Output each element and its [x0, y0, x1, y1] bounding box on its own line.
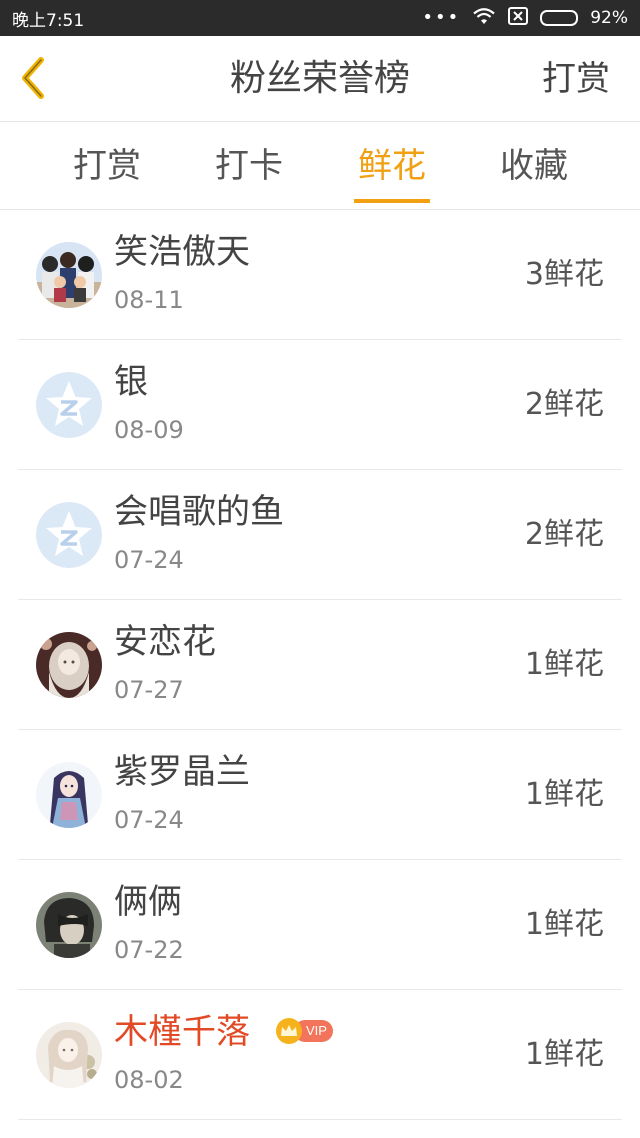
avatar[interactable] [36, 372, 102, 438]
wifi-icon [472, 7, 496, 30]
fan-date: 07-27 [114, 676, 184, 704]
avatar[interactable] [36, 762, 102, 828]
tab-label: 打赏 [73, 146, 141, 186]
reward-button[interactable]: 打赏 [542, 36, 610, 122]
list-item[interactable]: 俩俩 07-22 1鲜花 [18, 860, 622, 990]
fan-name: 会唱歌的鱼 [114, 492, 284, 532]
tab-favorites[interactable]: 收藏 [497, 122, 571, 209]
tab-label: 鲜花 [358, 146, 426, 186]
fan-list: 笑浩傲天 08-11 3鲜花 银 08-09 2鲜花 会唱歌的鱼 07-24 2… [0, 210, 640, 1120]
fan-name: 安恋花 [114, 622, 216, 662]
tab-reward[interactable]: 打赏 [70, 122, 144, 209]
flower-count: 1鲜花 [524, 777, 604, 812]
fan-date: 08-09 [114, 416, 184, 444]
fan-name: 紫罗晶兰 [114, 752, 250, 792]
vip-badge: VIP [276, 1018, 334, 1044]
flower-count: 2鲜花 [524, 517, 604, 552]
fan-name: 木槿千落 [114, 1012, 250, 1052]
fan-date: 07-24 [114, 546, 184, 574]
flower-count: 1鲜花 [524, 907, 604, 942]
tab-label: 收藏 [500, 146, 568, 186]
status-icons: ••• 92% [422, 6, 628, 30]
fan-date: 07-24 [114, 806, 184, 834]
list-item[interactable]: 紫罗晶兰 07-24 1鲜花 [18, 730, 622, 860]
crown-icon [276, 1018, 302, 1044]
fan-date: 08-02 [114, 1066, 184, 1094]
notification-dots: ••• [422, 7, 461, 28]
sim-off-icon [508, 6, 529, 30]
avatar[interactable] [36, 632, 102, 698]
avatar[interactable] [36, 1022, 102, 1088]
list-item[interactable]: 会唱歌的鱼 07-24 2鲜花 [18, 470, 622, 600]
avatar[interactable] [36, 242, 102, 308]
active-tab-indicator [354, 199, 430, 203]
tab-flowers[interactable]: 鲜花 [354, 122, 430, 209]
avatar[interactable] [36, 892, 102, 958]
status-bar: 晚上7:51 ••• 92% [0, 0, 640, 36]
list-item[interactable]: 银 08-09 2鲜花 [18, 340, 622, 470]
list-item[interactable]: 安恋花 07-27 1鲜花 [18, 600, 622, 730]
flower-count: 3鲜花 [524, 257, 604, 292]
tab-checkin[interactable]: 打卡 [212, 122, 286, 209]
fan-name: 笑浩傲天 [114, 232, 250, 272]
battery-icon [540, 10, 579, 26]
fan-name: 银 [114, 362, 148, 402]
header: 粉丝荣誉榜 打赏 [0, 36, 640, 122]
list-item[interactable]: 木槿千落 VIP 08-02 1鲜花 [18, 990, 622, 1120]
fan-date: 08-11 [114, 286, 184, 314]
status-time: 晚上7:51 [12, 10, 85, 31]
flower-count: 1鲜花 [524, 1037, 604, 1072]
flower-count: 1鲜花 [524, 647, 604, 682]
back-button[interactable] [14, 56, 54, 104]
tab-bar: 打赏 打卡 鲜花 收藏 [0, 122, 640, 210]
tab-label: 打卡 [215, 146, 283, 186]
list-item[interactable]: 笑浩傲天 08-11 3鲜花 [18, 210, 622, 340]
chevron-left-icon [19, 56, 49, 104]
flower-count: 2鲜花 [524, 387, 604, 422]
avatar[interactable] [36, 502, 102, 568]
fan-name: 俩俩 [114, 882, 182, 922]
fan-date: 07-22 [114, 936, 184, 964]
battery-percent: 92% [590, 8, 628, 28]
